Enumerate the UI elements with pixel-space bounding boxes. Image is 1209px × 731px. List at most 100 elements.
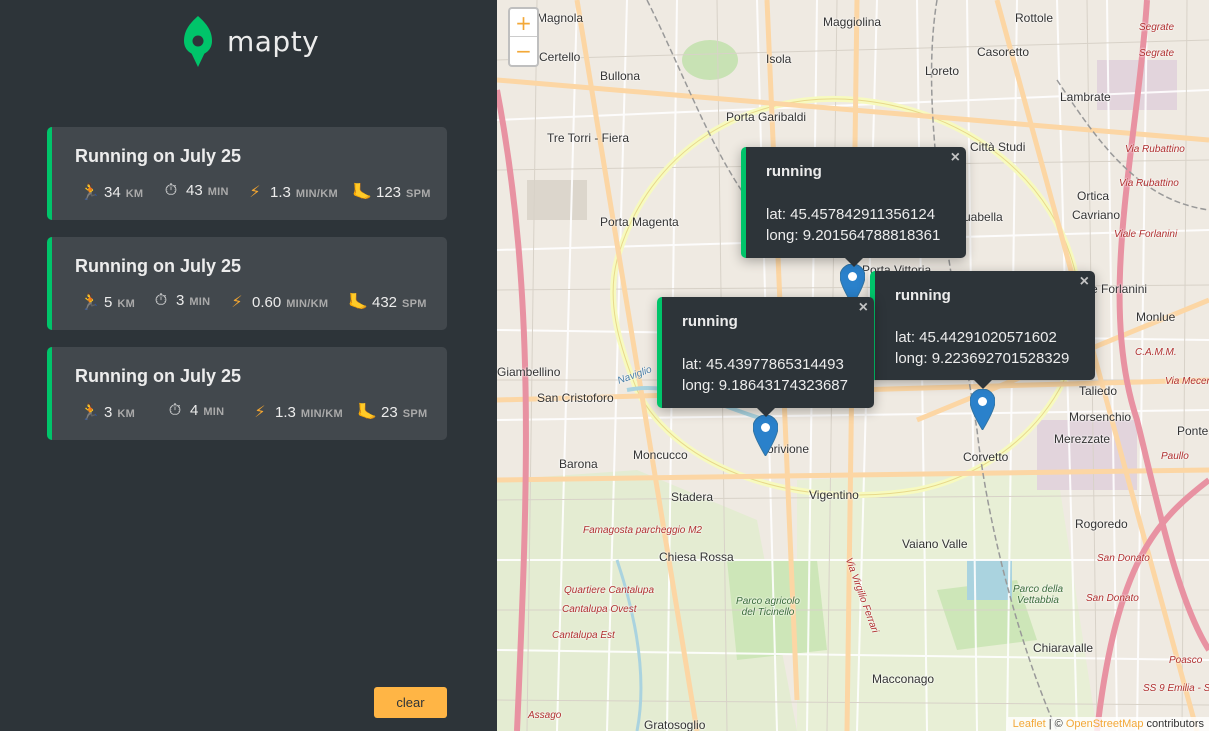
map-label: Ortica: [1077, 189, 1110, 203]
footprint-icon: 🦶: [357, 404, 377, 421]
map-label: Segrate: [1139, 22, 1175, 33]
map-label: Monlue: [1136, 310, 1176, 324]
workout-cadence: 🦶 123 SPM: [352, 184, 431, 201]
map-label: Porta Garibaldi: [726, 110, 807, 124]
map-label: Tre Torri - Fiera: [547, 131, 630, 145]
workout-popup: running lat: 45.457842911356124 long: 9.…: [741, 147, 966, 267]
map-label: Paullo: [1161, 451, 1189, 462]
map-label: Moncucco: [633, 448, 688, 462]
map-label: Morsenchio: [1069, 410, 1132, 424]
map-label: Chiesa Rossa: [659, 550, 734, 564]
map-label: Magnola: [537, 11, 584, 25]
map-label: Porta Magenta: [600, 215, 679, 229]
map-label: Certello: [539, 50, 581, 64]
workout-duration: ⏱ 3 MIN: [152, 292, 210, 310]
map[interactable]: Magnola Maggiolina Rottole Certello Isol…: [497, 0, 1209, 731]
map-label: Via Rubattino: [1125, 144, 1185, 155]
workout-distance: 🏃 3 KM: [80, 404, 136, 421]
map-label: Cantalupa Ovest: [562, 604, 637, 615]
popup-title: running: [766, 163, 822, 180]
map-label: C.A.M.M.: [1135, 347, 1177, 358]
map-label: Via Mecenate: [1165, 376, 1209, 387]
map-pin-logo-icon: [184, 16, 212, 67]
osm-link[interactable]: OpenStreetMap: [1066, 718, 1144, 730]
workout-title: Running on July 25: [75, 366, 242, 386]
runner-icon: 🏃: [80, 294, 100, 311]
map-label: Barona: [559, 457, 598, 471]
map-label: Maggiolina: [823, 15, 882, 29]
popup-long: long: 9.223692701528329: [895, 350, 1070, 367]
sidebar: mapty Running on July 25 🏃 34 KM ⏱ 43 MI…: [0, 0, 497, 731]
popup-long: long: 9.18643174323687: [682, 377, 848, 394]
workout-cadence: 🦶 432 SPM: [348, 294, 427, 311]
stopwatch-icon: ⏱: [164, 182, 178, 199]
map-label: Vigentino: [809, 488, 859, 502]
close-icon[interactable]: ×: [1080, 273, 1089, 291]
map-marker-icon[interactable]: [970, 389, 995, 430]
zoom-in-button[interactable]: +: [510, 9, 537, 37]
map-label: Bullona: [600, 69, 641, 83]
map-label: Via Rubattino: [1119, 178, 1179, 189]
map-label: Lambrate: [1060, 90, 1111, 104]
map-label: Viale Forlanini: [1114, 229, 1178, 240]
close-icon[interactable]: ×: [951, 149, 960, 167]
popup-lat: lat: 45.44291020571602: [895, 329, 1057, 346]
map-label: Merezzate: [1054, 432, 1111, 446]
app-logo: mapty: [182, 14, 319, 68]
map-marker-icon[interactable]: [753, 415, 778, 456]
map-label: Quartiere Cantalupa: [564, 585, 655, 596]
workout-distance: 🏃 5 KM: [80, 294, 136, 311]
map-label: Segrate: [1139, 48, 1175, 59]
stopwatch-icon: ⏱: [154, 292, 168, 309]
map-label: Gratosoglio: [644, 718, 706, 731]
workout-card[interactable]: Running on July 25 🏃 5 KM ⏱ 3 MIN ⚡ 0.60…: [47, 237, 447, 330]
workout-duration: ⏱ 4 MIN: [166, 402, 224, 420]
map-label: Loreto: [925, 64, 960, 78]
popup-tip: [844, 257, 864, 267]
workout-title: Running on July 25: [75, 146, 242, 166]
lightning-icon: ⚡: [231, 294, 243, 311]
map-label: Vaiano Valle: [902, 537, 968, 551]
map-label: Casoretto: [977, 45, 1030, 59]
map-label: Macconago: [872, 672, 935, 686]
workout-pace: ⚡ 1.3 MIN/KM: [246, 182, 338, 202]
footprint-icon: 🦶: [352, 184, 372, 201]
map-label: Ponte: [1177, 424, 1209, 438]
map-label: Città Studi: [970, 140, 1026, 154]
workout-popup: running lat: 45.43977865314493 long: 9.1…: [657, 297, 874, 417]
workout-card[interactable]: Running on July 25 🏃 3 KM ⏱ 4 MIN ⚡ 1.3 …: [47, 347, 447, 440]
leaflet-link[interactable]: Leaflet: [1013, 718, 1046, 730]
lightning-icon: ⚡: [254, 404, 266, 421]
workout-cadence: 🦶 23 SPM: [357, 404, 428, 421]
workout-distance: 🏃 34 KM: [80, 184, 144, 201]
close-icon[interactable]: ×: [859, 299, 868, 317]
map-label: San Cristoforo: [537, 391, 614, 405]
map-label: Isola: [766, 52, 792, 66]
map-label: Giambellino: [497, 365, 561, 379]
map-label: Cantalupa Est: [552, 630, 615, 641]
map-label: Rogoredo: [1075, 517, 1128, 531]
stopwatch-icon: ⏱: [168, 402, 182, 419]
popup-tip: [973, 379, 993, 389]
workout-card[interactable]: Running on July 25 🏃 34 KM ⏱ 43 MIN ⚡ 1.…: [47, 127, 447, 220]
workout-popup: running lat: 45.44291020571602 long: 9.2…: [870, 271, 1095, 389]
map-label: Rottole: [1015, 11, 1054, 25]
clear-button[interactable]: clear: [374, 687, 447, 718]
workout-pace: ⚡ 0.60 MIN/KM: [228, 292, 328, 312]
popup-tip: [756, 407, 776, 417]
app-name: mapty: [227, 24, 320, 58]
map-label: Poasco: [1169, 655, 1203, 666]
map-label: uabella: [964, 210, 1003, 224]
map-label: San Donato: [1097, 553, 1150, 564]
popup-lat: lat: 45.43977865314493: [682, 356, 844, 373]
map-label: Chiaravalle: [1033, 641, 1094, 655]
workout-title: Running on July 25: [75, 256, 242, 276]
map-label: Assago: [528, 710, 562, 721]
footprint-icon: 🦶: [348, 294, 368, 311]
workout-duration: ⏱ 43 MIN: [162, 182, 229, 200]
zoom-out-button[interactable]: −: [510, 37, 537, 65]
popup-lat: lat: 45.457842911356124: [766, 206, 936, 223]
map-label: e Forlanini: [1091, 282, 1148, 296]
popup-long: long: 9.201564788818361: [766, 227, 941, 244]
map-label: Stadera: [671, 490, 714, 504]
